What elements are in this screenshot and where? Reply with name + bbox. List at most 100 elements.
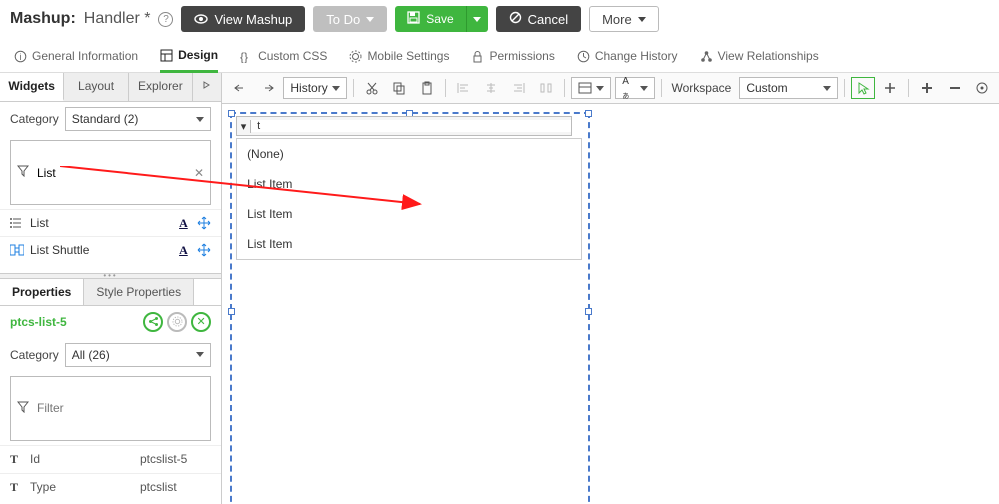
mashup-subtabs: i General Information Design {} Custom C… <box>0 38 999 73</box>
caret-down-icon <box>196 352 204 357</box>
view-mashup-button[interactable]: View Mashup <box>181 6 305 32</box>
cancel-button[interactable]: Cancel <box>496 6 581 32</box>
props-category-select[interactable]: All (26) <box>65 343 211 367</box>
noentry-icon <box>509 11 522 27</box>
property-key: Id <box>30 452 140 466</box>
toolbar-separator <box>445 79 446 97</box>
text-type-icon: T <box>10 452 24 467</box>
move-icon[interactable] <box>197 243 211 257</box>
tab-widgets[interactable]: Widgets <box>0 73 64 101</box>
distribute-button[interactable] <box>535 77 559 99</box>
more-button[interactable]: More <box>589 6 659 32</box>
tab-permissions[interactable]: Permissions <box>471 43 554 71</box>
list-option[interactable]: (None) <box>237 139 581 169</box>
widgets-category-select[interactable]: Standard (2) <box>65 107 211 131</box>
tab-view-relationships[interactable]: View Relationships <box>700 43 819 71</box>
design-canvas[interactable]: ▾ t (None) List Item List Item List Item <box>222 104 999 504</box>
clear-filter-icon[interactable]: ✕ <box>194 166 204 180</box>
tab-design-label: Design <box>178 48 218 62</box>
toolbar-separator <box>844 79 845 97</box>
workspace-select[interactable]: Custom <box>739 77 838 99</box>
list-icon <box>10 216 24 230</box>
svg-text:{}: {} <box>240 50 248 63</box>
widget-item-label: List Shuttle <box>30 243 89 257</box>
list-option[interactable]: List Item <box>237 199 581 229</box>
add-tool-button[interactable] <box>879 77 903 99</box>
property-row[interactable]: T Type ptcslist <box>0 473 221 501</box>
list-shuttle-icon <box>10 243 24 257</box>
save-dropdown-arrow[interactable] <box>466 6 488 32</box>
tab-general-information[interactable]: i General Information <box>14 43 138 71</box>
props-filter[interactable] <box>10 376 211 441</box>
redo-button[interactable] <box>256 77 280 99</box>
cut-button[interactable] <box>360 77 384 99</box>
selected-list-widget[interactable]: ▾ t (None) List Item List Item List Item <box>230 112 590 504</box>
delete-button[interactable]: ✕ <box>191 312 211 332</box>
resize-handle[interactable] <box>228 110 235 117</box>
align-left-button[interactable] <box>452 77 476 99</box>
widgets-filter[interactable]: ✕ <box>10 140 211 205</box>
list-option[interactable]: List Item <box>237 169 581 199</box>
funnel-icon <box>17 401 29 416</box>
share-button[interactable] <box>143 312 163 332</box>
props-category-label: Category <box>10 348 59 362</box>
zoom-fit-button[interactable] <box>971 77 995 99</box>
clock-icon <box>577 50 590 63</box>
zoom-out-button[interactable] <box>943 77 967 99</box>
list-widget-dropdown[interactable]: ▾ t <box>236 116 572 136</box>
text-format-icon[interactable]: A <box>179 243 193 257</box>
properties-tabs: Properties Style Properties <box>0 279 221 306</box>
tab-design[interactable]: Design <box>160 42 218 73</box>
tab-custom-css-label: Custom CSS <box>258 49 327 63</box>
align-right-button[interactable] <box>507 77 531 99</box>
collapse-panel-button[interactable] <box>193 73 221 101</box>
help-icon[interactable]: ? <box>158 12 173 27</box>
text-direction-select[interactable]: Aあ <box>615 77 654 99</box>
mashup-label: Mashup: <box>10 10 76 28</box>
lock-icon <box>471 50 484 63</box>
copy-button[interactable] <box>387 77 411 99</box>
paste-button[interactable] <box>415 77 439 99</box>
caret-down-icon <box>366 17 374 22</box>
zoom-in-button[interactable] <box>915 77 939 99</box>
caret-down-icon <box>473 17 481 22</box>
widgets-filter-input[interactable] <box>35 165 194 181</box>
info-icon: i <box>14 50 27 63</box>
tab-properties[interactable]: Properties <box>0 279 84 305</box>
property-row[interactable]: T Id ptcslist-5 <box>0 445 221 473</box>
widget-item-label: List <box>30 216 49 230</box>
todo-button[interactable]: To Do <box>313 6 387 32</box>
align-center-button[interactable] <box>479 77 503 99</box>
tab-style-properties[interactable]: Style Properties <box>84 279 194 305</box>
resize-handle[interactable] <box>585 110 592 117</box>
text-format-icon[interactable]: A <box>179 216 193 230</box>
caret-down-icon <box>823 86 831 91</box>
save-split-button[interactable]: Save <box>395 6 487 32</box>
list-option[interactable]: List Item <box>237 229 581 259</box>
resize-handle[interactable] <box>585 308 592 315</box>
caret-down-icon: ▾ <box>237 120 251 133</box>
history-select[interactable]: History <box>283 77 346 99</box>
tab-custom-css[interactable]: {} Custom CSS <box>240 43 327 71</box>
save-button[interactable]: Save <box>395 6 465 32</box>
widget-item-list-shuttle[interactable]: List Shuttle A <box>0 236 221 263</box>
layout-mode-select[interactable] <box>571 77 611 99</box>
settings-button[interactable] <box>167 312 187 332</box>
tab-mobile-settings[interactable]: Mobile Settings <box>349 43 449 71</box>
tab-layout[interactable]: Layout <box>64 73 128 101</box>
tab-change-history[interactable]: Change History <box>577 43 678 71</box>
tab-general-information-label: General Information <box>32 49 138 63</box>
props-filter-input[interactable] <box>35 400 204 416</box>
caret-down-icon <box>638 17 646 22</box>
resize-handle[interactable] <box>228 308 235 315</box>
selection-tool-button[interactable] <box>851 77 875 99</box>
eye-icon <box>194 12 208 27</box>
props-category-row: Category All (26) <box>0 338 221 372</box>
caret-down-icon <box>196 117 204 122</box>
undo-button[interactable] <box>228 77 252 99</box>
widget-item-list[interactable]: List A <box>0 209 221 236</box>
tab-explorer[interactable]: Explorer <box>129 73 193 101</box>
move-icon[interactable] <box>197 216 211 230</box>
caret-down-icon <box>596 86 604 91</box>
property-key: Type <box>30 480 140 494</box>
